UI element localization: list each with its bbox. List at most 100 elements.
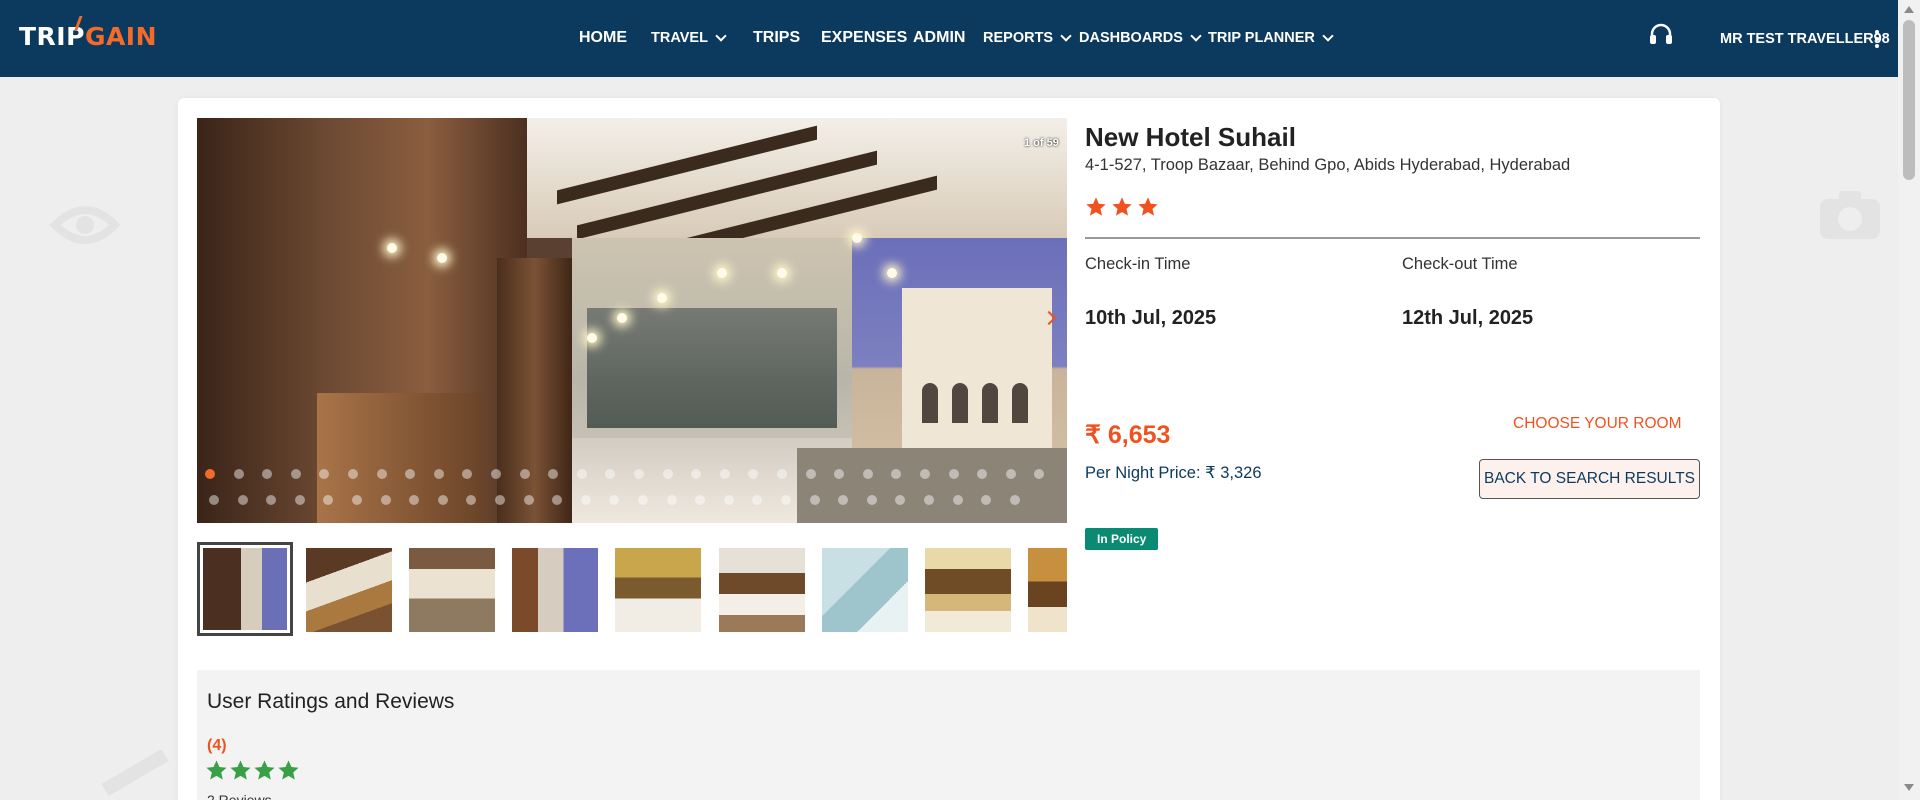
in-policy-badge: In Policy: [1085, 528, 1159, 550]
review-rating: (4): [207, 737, 227, 754]
back-to-search-button[interactable]: BACK TO SEARCH RESULTS: [1479, 459, 1700, 499]
star-icon: [254, 760, 275, 780]
nav-reports-label: REPORTS: [983, 30, 1054, 46]
user-menu-name[interactable]: MR TEST TRAVELLER98: [1720, 31, 1890, 47]
star-icon: [1112, 197, 1132, 216]
pagination-dot[interactable]: [634, 469, 644, 479]
nav-trip-planner[interactable]: TRIP PLANNER: [1208, 29, 1334, 46]
pagination-dot[interactable]: [348, 469, 358, 479]
scroll-down-arrow-icon[interactable]: [1904, 784, 1914, 791]
pagination-dot[interactable]: [352, 495, 362, 505]
hotel-name: New Hotel Suhail: [1085, 122, 1296, 152]
thumbnail-7[interactable]: [822, 548, 908, 632]
thumbnail-2[interactable]: [306, 548, 392, 632]
pagination-dot[interactable]: [638, 495, 648, 505]
pagination-dot[interactable]: [495, 495, 505, 505]
pagination-dot[interactable]: [920, 469, 930, 479]
headset-icon[interactable]: [1648, 22, 1674, 48]
pagination-dot[interactable]: [237, 495, 248, 505]
nav-dashboards-label: DASHBOARDS: [1079, 30, 1183, 46]
watermark-pen-icon: [95, 750, 185, 800]
checkout-value: 12th Jul, 2025: [1402, 307, 1534, 329]
pagination-dot[interactable]: [723, 495, 734, 505]
star-icon: [1086, 197, 1106, 216]
pagination-dot[interactable]: [924, 495, 934, 505]
pagination-dot[interactable]: [862, 469, 873, 479]
top-navbar: TRIPGAIN HOME TRAVEL TRIPS EXPENSES ADMI…: [0, 0, 1898, 77]
kebab-menu-icon[interactable]: [1874, 30, 1880, 50]
pagination-dot[interactable]: [666, 495, 677, 505]
pagination-dot[interactable]: [290, 469, 301, 479]
thumbnail-6[interactable]: [719, 548, 805, 632]
pagination-dot[interactable]: [1009, 495, 1020, 505]
nav-travel-label: TRAVEL: [651, 30, 708, 46]
pagination-dot[interactable]: [437, 495, 448, 505]
main-nav: HOME TRAVEL TRIPS EXPENSES ADMIN REPORTS…: [0, 0, 1898, 77]
star-icon: [1138, 197, 1158, 216]
pagination-dot[interactable]: [952, 495, 963, 505]
star-icon: [206, 760, 227, 780]
per-night-price: Per Night Price: ₹ 3,326: [1085, 464, 1262, 482]
nav-admin[interactable]: ADMIN: [913, 29, 965, 47]
pagination-dot[interactable]: [519, 469, 530, 479]
nav-reports[interactable]: REPORTS: [983, 29, 1072, 46]
scrollbar-thumb[interactable]: [1903, 20, 1915, 180]
choose-room-link[interactable]: CHOOSE YOUR ROOM: [1513, 415, 1682, 433]
watermark-camera-icon: [1815, 185, 1885, 245]
pagination-dot[interactable]: [805, 469, 816, 479]
pagination-dot[interactable]: [948, 469, 959, 479]
pagination-dot[interactable]: [491, 469, 501, 479]
pagination-dot[interactable]: [380, 495, 391, 505]
nav-expenses-label: EXPENSES: [821, 29, 908, 46]
pagination-dot[interactable]: [781, 495, 791, 505]
pagination-dot[interactable]: [205, 469, 215, 479]
nav-admin-label: ADMIN: [913, 29, 966, 46]
checkin-label: Check-in Time: [1085, 255, 1191, 273]
hotel-star-rating: [1085, 196, 1159, 218]
chevron-down-icon: [1322, 29, 1334, 42]
pagination-dot[interactable]: [576, 469, 587, 479]
pagination-dot[interactable]: [809, 495, 820, 505]
watermark-eye-icon: [50, 200, 120, 250]
chevron-down-icon: [715, 29, 727, 42]
nav-dashboards[interactable]: DASHBOARDS: [1079, 29, 1202, 46]
thumbnail-3[interactable]: [409, 548, 495, 632]
pagination-dot[interactable]: [719, 469, 730, 479]
thumbnail-1[interactable]: [197, 542, 293, 636]
pagination-dot[interactable]: [294, 495, 305, 505]
reviews-count: 2 Reviews: [207, 792, 272, 800]
pagination-dot[interactable]: [866, 495, 877, 505]
hotel-address: 4-1-527, Troop Bazaar, Behind Gpo, Abids…: [1085, 156, 1571, 174]
details-divider: [1085, 237, 1700, 239]
chevron-down-icon: [1190, 29, 1202, 42]
thumbnail-5[interactable]: [615, 548, 701, 632]
page-scrollbar[interactable]: [1898, 0, 1920, 800]
checkout-label: Check-out Time: [1402, 255, 1518, 273]
nav-home[interactable]: HOME: [579, 29, 627, 47]
pagination-dot[interactable]: [233, 469, 244, 479]
nav-trips[interactable]: TRIPS: [753, 29, 800, 47]
pagination-dot[interactable]: [1005, 469, 1016, 479]
thumbnail-4[interactable]: [512, 548, 598, 632]
chevron-down-icon: [1060, 29, 1072, 42]
pagination-dot[interactable]: [662, 469, 673, 479]
thumbnail-8[interactable]: [925, 548, 1011, 632]
nav-travel[interactable]: TRAVEL: [651, 29, 727, 46]
nav-trips-label: TRIPS: [753, 29, 801, 46]
hotel-main-photo[interactable]: [197, 118, 1067, 523]
review-stars: [205, 759, 300, 782]
pagination-dot[interactable]: [433, 469, 444, 479]
reviews-title: User Ratings and Reviews: [207, 690, 455, 713]
scroll-up-arrow-icon[interactable]: [1904, 6, 1914, 13]
nav-trip-planner-label: TRIP PLANNER: [1208, 30, 1315, 46]
star-icon: [278, 760, 299, 780]
pagination-dot[interactable]: [580, 495, 591, 505]
pagination-dot[interactable]: [523, 495, 534, 505]
reviews-section: User Ratings and Reviews (4) 2 Reviews: [197, 670, 1700, 800]
pagination-dot[interactable]: [376, 469, 387, 479]
pagination-dot[interactable]: [209, 495, 219, 505]
nav-expenses[interactable]: EXPENSES: [821, 29, 907, 47]
pagination-dot[interactable]: [777, 469, 787, 479]
thumbnail-9[interactable]: [1028, 548, 1067, 632]
photo-counter: 1 of 59: [1024, 137, 1059, 149]
